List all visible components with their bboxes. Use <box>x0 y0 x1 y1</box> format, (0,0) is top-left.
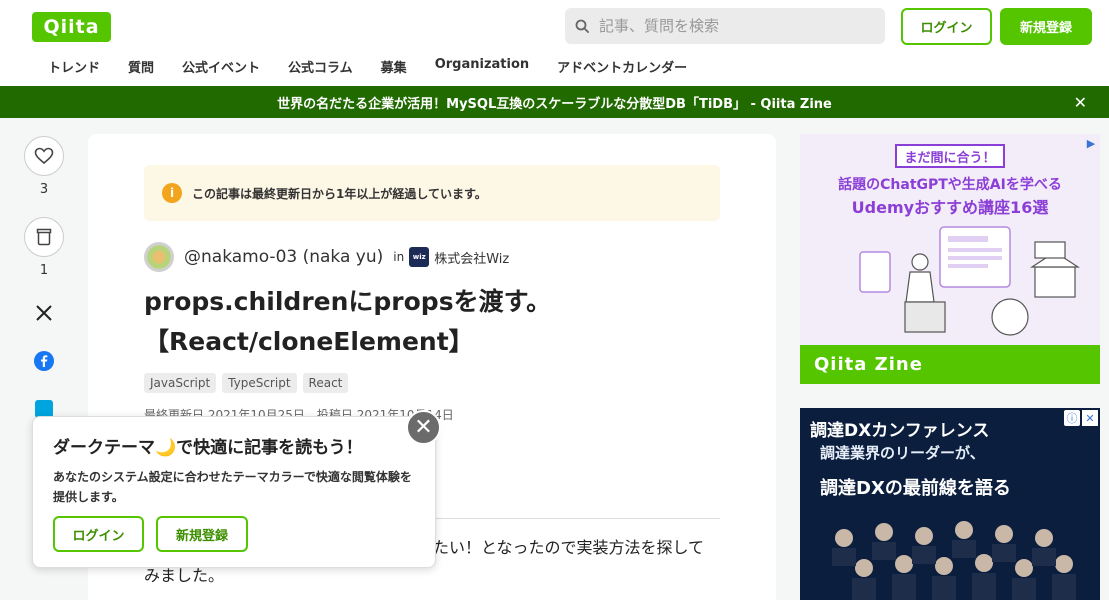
organization-name[interactable]: 株式会社Wiz <box>434 248 509 267</box>
stock-icon <box>36 228 52 246</box>
x-icon <box>36 305 52 321</box>
popup-title: ダークテーマ🌙で快適に記事を読もう！ <box>53 438 363 458</box>
ad-info-icon[interactable]: ⓘ <box>1064 410 1080 426</box>
ad-footer-brand: Qiita Zine <box>800 345 1100 384</box>
popup-close-button[interactable]: ✕ <box>406 410 441 445</box>
ad-subtitle: 調達業界のリーダーが、 <box>820 444 985 462</box>
dark-theme-popup: ダークテーマ🌙で快適に記事を読もう！ あなたのシステム設定に合わせたテーマカラー… <box>32 416 436 568</box>
tag-list: JavaScript TypeScript React <box>144 373 349 393</box>
close-icon: ✕ <box>414 415 433 440</box>
nav-official-columns[interactable]: 公式コラム <box>288 57 353 76</box>
promo-banner-text[interactable]: 世界の名だたる企業が活用！MySQL互換のスケーラブルな分散型DB「TiDB」 … <box>277 93 832 112</box>
nav-recruitment[interactable]: 募集 <box>381 57 407 76</box>
login-button[interactable]: ログイン <box>901 8 992 45</box>
ad-pill: まだ間に合う！ <box>895 144 1005 168</box>
tag-javascript[interactable]: JavaScript <box>144 373 217 393</box>
ad-speakers-photo <box>832 521 1076 600</box>
article-actions-rail: 3 1 <box>24 136 64 442</box>
ad-close-icon[interactable]: ✕ <box>1082 410 1098 426</box>
ad-subheadline: Udemyおすすめ講座16選 <box>851 198 1049 217</box>
search-input[interactable] <box>599 17 859 35</box>
outdated-notice: i この記事は最終更新日から1年以上が経過しています。 <box>144 165 720 221</box>
avatar[interactable] <box>144 242 174 272</box>
close-icon[interactable]: ✕ <box>1074 93 1087 112</box>
tag-typescript[interactable]: TypeScript <box>222 373 297 393</box>
author-info: @nakamo-03 (naka yu) in wiz 株式会社Wiz <box>144 242 509 272</box>
facebook-icon <box>34 351 54 371</box>
facebook-share-button[interactable] <box>24 346 64 376</box>
ad-choices-icon[interactable]: ▶ <box>1084 136 1098 150</box>
outdated-notice-text: この記事は最終更新日から1年以上が経過しています。 <box>192 186 487 201</box>
signup-button[interactable]: 新規登録 <box>1000 8 1092 45</box>
nav-questions[interactable]: 質問 <box>128 57 154 76</box>
popup-signup-button[interactable]: 新規登録 <box>156 516 248 552</box>
promo-banner[interactable]: 世界の名だたる企業が活用！MySQL互換のスケーラブルな分散型DB「TiDB」 … <box>0 86 1109 118</box>
article-body-line: たい！となったので実装方法を探して <box>433 538 705 557</box>
stock-button[interactable] <box>24 217 64 257</box>
qiita-logo[interactable]: Qiita <box>32 12 111 42</box>
popup-login-button[interactable]: ログイン <box>53 516 144 552</box>
nav-official-events[interactable]: 公式イベント <box>182 57 260 76</box>
nav-advent-calendar[interactable]: アドベントカレンダー <box>557 57 687 76</box>
main-nav: トレンド 質問 公式イベント 公式コラム 募集 Organization アドベ… <box>48 57 715 76</box>
search-icon <box>575 19 589 33</box>
ad-udemy[interactable]: ▶ まだ間に合う！ 話題のChatGPTや生成AIを学べる Udemyおすすめ講… <box>800 134 1100 384</box>
popup-description: あなたのシステム設定に合わせたテーマカラーで快適な閲覧体験を提供します。 <box>53 470 412 504</box>
ad-illustration <box>859 226 1081 336</box>
ad-title: 調達DXカンファレンス <box>810 421 990 441</box>
nav-trend[interactable]: トレンド <box>48 57 100 76</box>
info-icon: i <box>162 183 182 203</box>
like-count: 3 <box>39 182 49 197</box>
site-header: Qiita ログイン 新規登録 トレンド 質問 公式イベント 公式コラム 募集 … <box>0 0 1109 86</box>
tag-react[interactable]: React <box>302 373 349 393</box>
nav-organization[interactable]: Organization <box>435 57 529 76</box>
ad-procurement-dx[interactable]: 調達DXカンファレンス ⓘ ✕ 調達業界のリーダーが、 調達DXの最前線を語る <box>800 408 1100 600</box>
organization-logo[interactable]: wiz <box>409 247 430 267</box>
stock-count: 1 <box>39 263 49 278</box>
in-label: in <box>393 250 405 264</box>
ad-headline: 調達DXの最前線を語る <box>820 478 1011 499</box>
search-box[interactable] <box>565 8 885 44</box>
x-share-button[interactable] <box>24 298 64 328</box>
author-name[interactable]: @nakamo-03 (naka yu) <box>184 247 383 267</box>
ad-headline: 話題のChatGPTや生成AIを学べる <box>838 177 1062 193</box>
article-title: props.childrenにpropsを渡す。【React/cloneElem… <box>144 287 552 356</box>
heart-icon <box>34 147 54 165</box>
like-button[interactable] <box>24 136 64 176</box>
